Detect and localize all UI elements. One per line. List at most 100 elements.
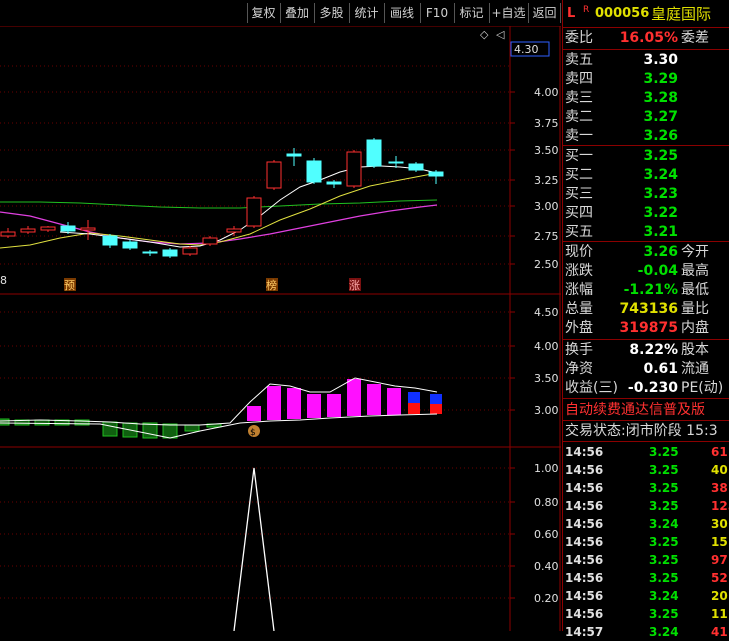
trade-row[interactable]: 14:56 3.25 38 (563, 479, 729, 497)
trade-row[interactable]: 14:56 3.25 11 (563, 605, 729, 623)
l-badge: L (567, 6, 576, 21)
trade-time: 14:56 (565, 535, 604, 549)
candle-body (102, 235, 118, 246)
main-axis-label: 3.50 (534, 144, 559, 157)
main-axis-label: 4.00 (534, 86, 559, 99)
trade-time: 14:56 (565, 445, 604, 459)
trade-price: 3.24 (649, 625, 679, 639)
trade-price: 3.24 (649, 589, 679, 603)
sub2-axis-label: 0.20 (534, 592, 559, 605)
stats-label: 净资 (565, 361, 593, 377)
draw-line-button[interactable]: 画线 (384, 3, 419, 23)
trade-time: 14:57 (565, 625, 604, 639)
f10-button[interactable]: F10 (420, 3, 453, 23)
candle-body (388, 161, 404, 164)
trade-row[interactable]: 14:56 3.25 40 (563, 461, 729, 479)
trade-price: 3.25 (649, 535, 679, 549)
bid-label: 买五 (565, 224, 593, 240)
trade-price: 3.24 (649, 517, 679, 531)
candle-body (408, 163, 424, 171)
indicator-bar (102, 421, 118, 437)
weibi-row: 委比 16.05% 委差 (563, 29, 729, 47)
indicator-bar (367, 384, 381, 415)
indicator-bar (184, 424, 200, 432)
diamond-icon[interactable]: ◇ (480, 28, 489, 41)
trade-price: 3.25 (649, 463, 679, 477)
quote-value: -0.04 (637, 263, 678, 279)
quote-label: 涨幅 (565, 282, 593, 298)
bid-label: 买一 (565, 148, 593, 164)
ask-row: 卖一 3.26 (563, 127, 729, 145)
indicator-bar (267, 386, 281, 420)
ticker-text[interactable]: 自动续费通达信普及版 (565, 401, 705, 419)
indicator-bar (142, 422, 158, 439)
candle-body (0, 231, 16, 237)
bid-row: 买二 3.24 (563, 166, 729, 184)
quote-label2: 量比 (681, 301, 709, 317)
bid-price: 3.25 (643, 148, 678, 164)
main-axis-label: 3.75 (534, 117, 559, 130)
limit-up-marker[interactable]: 涨 (349, 279, 360, 292)
quote-label: 总量 (565, 301, 593, 317)
trade-row[interactable]: 14:56 3.25 61 (563, 443, 729, 461)
trade-row[interactable]: 14:56 3.25 15 (563, 533, 729, 551)
trade-price: 3.25 (649, 553, 679, 567)
quote-value: -1.21% (623, 282, 678, 298)
ranking-marker[interactable]: 榜 (266, 278, 277, 292)
money-bag-glyph: $ (250, 428, 256, 438)
main-axis-label: 2.50 (534, 258, 559, 271)
quote-value: 743136 (619, 301, 678, 317)
sub2-axis-label: 0.60 (534, 528, 559, 541)
trade-price: 3.25 (649, 445, 679, 459)
main-axis-label: 2.75 (534, 230, 559, 243)
candlestick-series[interactable] (0, 138, 444, 258)
ticker-row[interactable]: 自动续费通达信普及版 (563, 401, 729, 419)
fuquan-button[interactable]: 复权 (247, 3, 279, 23)
multi-stock-button[interactable]: 多股 (314, 3, 348, 23)
trade-volume: 20 (711, 589, 728, 603)
current-price-tag-label: 4.30 (514, 43, 539, 56)
bid-price: 3.23 (643, 186, 678, 202)
weicha-label: 委差 (681, 30, 709, 46)
trade-volume: 15 (711, 535, 728, 549)
quote-label2: 最高 (681, 263, 709, 279)
candle-body (40, 226, 56, 231)
trade-row[interactable]: 14:56 3.24 30 (563, 515, 729, 533)
overlay-button[interactable]: 叠加 (280, 3, 313, 23)
add-watchlist-button[interactable]: +自选 (489, 3, 527, 23)
candle-body (122, 241, 138, 249)
trade-row[interactable]: 14:57 3.24 41 (563, 623, 729, 641)
trade-row[interactable]: 14:56 3.24 20 (563, 587, 729, 605)
back-button[interactable]: 返回 (528, 3, 561, 23)
trade-row[interactable]: 14:56 3.25 52 (563, 569, 729, 587)
chart-area[interactable]: 4.30 ◇ ◁ 4.00 3.75 3.50 3.25 3.00 2.75 2… (0, 25, 561, 632)
bid-row: 买一 3.25 (563, 147, 729, 165)
statistics-button[interactable]: 统计 (349, 3, 383, 23)
trade-row[interactable]: 14:56 3.25 97 (563, 551, 729, 569)
left-edge-label: 8 (0, 274, 7, 287)
indicator-bars[interactable] (0, 379, 442, 439)
stats-value: 8.22% (629, 342, 678, 358)
weibi-value: 16.05% (619, 30, 678, 46)
forecast-marker[interactable]: 预 (64, 279, 75, 292)
candle-body (326, 181, 342, 185)
indicator-bar (430, 404, 442, 414)
candle-body (60, 225, 76, 232)
bid-row: 买五 3.21 (563, 223, 729, 241)
trade-row[interactable]: 14:56 3.25 125 (563, 497, 729, 515)
indicator-bar (162, 423, 178, 439)
trade-status: 交易状态:闭市阶段 15:3 (565, 423, 718, 439)
stats-row: 收益(三) -0.230 PE(动) (563, 379, 729, 397)
main-axis-label: 3.00 (534, 200, 559, 213)
trade-volume: 52 (711, 571, 728, 585)
indicator-bar (34, 419, 50, 426)
stats-value: -0.230 (627, 380, 678, 396)
ask-row: 卖三 3.28 (563, 89, 729, 107)
collapse-arrow-icon[interactable]: ◁ (496, 28, 505, 41)
ask-row: 卖五 3.30 (563, 51, 729, 69)
trade-volume: 40 (711, 463, 728, 477)
mark-button[interactable]: 标记 (454, 3, 488, 23)
bid-row: 买三 3.23 (563, 185, 729, 203)
candle-body (20, 228, 36, 233)
indicator-bar (287, 388, 301, 419)
